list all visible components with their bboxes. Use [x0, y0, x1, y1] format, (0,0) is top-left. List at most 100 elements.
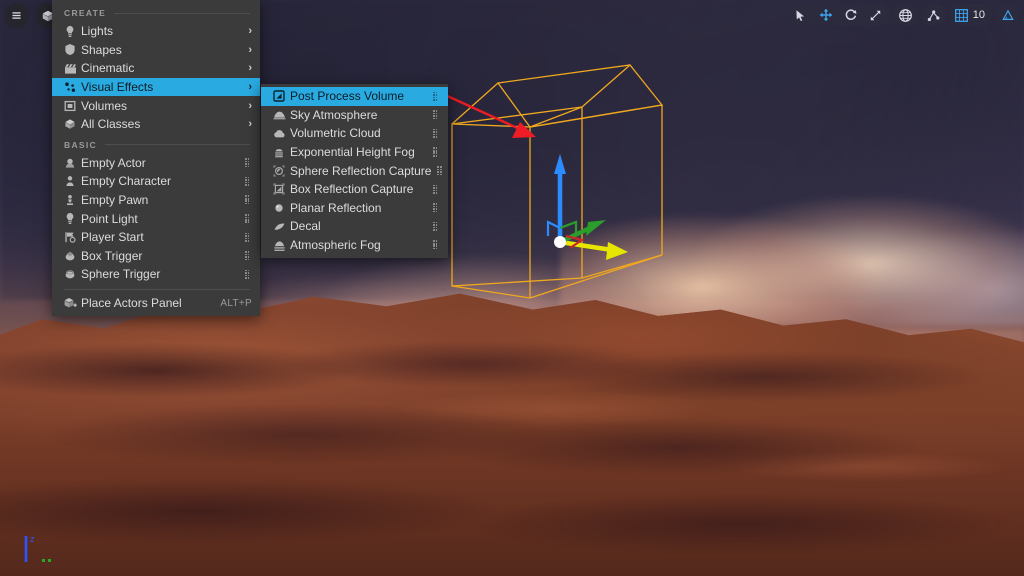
classes-icon: [64, 117, 81, 131]
drag-grip[interactable]: [433, 128, 440, 139]
chevron-right-icon: ›: [248, 118, 252, 131]
drag-grip[interactable]: [245, 195, 252, 206]
actor-icon: [64, 156, 81, 170]
height-fog-icon: [273, 145, 290, 159]
menu-item-label: Empty Character: [81, 174, 172, 189]
menu-item-label: Decal: [290, 219, 321, 234]
drag-grip[interactable]: [433, 202, 440, 213]
menu-item-empty-pawn[interactable]: Empty Pawn: [52, 191, 260, 210]
chevron-right-icon: ›: [248, 43, 252, 56]
pawn-icon: [64, 193, 81, 207]
drag-grip[interactable]: [245, 176, 252, 187]
move-icon: [819, 8, 833, 22]
grid-snap-value: 10: [972, 9, 985, 21]
menu-item-label: Volumes: [81, 98, 128, 113]
snap-icon: [928, 9, 940, 21]
menu-item-label: Shapes: [81, 42, 122, 57]
rotate-tool-button[interactable]: [839, 4, 863, 26]
menu-item-player-start[interactable]: Player Start: [52, 228, 260, 247]
visual-effects-submenu[interactable]: Post Process Volume Sky Atmosphere Volum…: [261, 84, 448, 259]
drag-grip[interactable]: [433, 109, 440, 120]
menu-item-label: Empty Pawn: [81, 193, 149, 208]
hamburger-icon: [12, 12, 21, 19]
drag-grip[interactable]: [437, 165, 444, 176]
menu-item-all-classes[interactable]: All Classes ›: [52, 115, 260, 134]
menu-icon[interactable]: [4, 3, 29, 28]
drag-grip[interactable]: [245, 157, 252, 168]
menu-item-post-process-volume[interactable]: Post Process Volume: [261, 87, 448, 106]
drag-grip[interactable]: [433, 91, 440, 102]
menu-item-planar-reflection[interactable]: Planar Reflection: [261, 199, 448, 218]
surface-snap-toggle[interactable]: [921, 4, 946, 26]
light-bulb-icon: [64, 24, 81, 38]
world-space-toggle[interactable]: [893, 4, 918, 26]
menu-divider: [64, 288, 250, 290]
angle-icon: [1002, 9, 1014, 20]
menu-item-shortcut: ALT+P: [220, 297, 252, 309]
menu-item-box-trigger[interactable]: Box Trigger: [52, 247, 260, 266]
menu-item-label: Player Start: [81, 230, 144, 245]
menu-item-label: Planar Reflection: [290, 200, 382, 215]
menu-item-label: Sphere Trigger: [81, 267, 161, 282]
menu-item-lights[interactable]: Lights ›: [52, 22, 260, 41]
angle-snap-button[interactable]: [996, 4, 1020, 26]
chevron-right-icon: ›: [248, 25, 252, 38]
menu-item-sky-atmosphere[interactable]: Sky Atmosphere: [261, 106, 448, 125]
menu-item-place-actors-panel[interactable]: Place Actors Panel ALT+P: [52, 294, 260, 313]
planar-reflection-icon: [273, 201, 290, 215]
menu-item-volumes[interactable]: Volumes ›: [52, 96, 260, 115]
menu-item-cinematic[interactable]: Cinematic ›: [52, 59, 260, 78]
selected-actor-bounds[interactable]: [430, 50, 690, 300]
axis-label-z: z: [30, 534, 35, 544]
chevron-right-icon: ›: [248, 81, 252, 94]
menu-item-empty-actor[interactable]: Empty Actor: [52, 154, 260, 173]
create-section-header: CREATE: [52, 2, 260, 22]
menu-item-atmospheric-fog[interactable]: Atmospheric Fog: [261, 236, 448, 255]
menu-item-label: Post Process Volume: [290, 89, 405, 104]
place-actors-icon: [64, 296, 81, 310]
translate-tool-button[interactable]: [814, 4, 838, 26]
menu-item-exponential-height-fog[interactable]: Exponential Height Fog: [261, 143, 448, 162]
drag-grip[interactable]: [245, 232, 252, 243]
menu-item-label: Empty Actor: [81, 155, 146, 170]
grid-snap[interactable]: 10: [949, 4, 992, 26]
create-context-menu[interactable]: CREATE Lights › Shapes › Cinematic › Vis…: [52, 0, 260, 317]
menu-item-label: Exponential Height Fog: [290, 145, 415, 160]
drag-grip[interactable]: [433, 147, 440, 158]
drag-grip[interactable]: [245, 250, 252, 261]
menu-item-point-light[interactable]: Point Light: [52, 209, 260, 228]
section-rule: [114, 12, 250, 14]
menu-item-sphere-trigger[interactable]: Sphere Trigger: [52, 265, 260, 284]
menu-item-decal[interactable]: Decal: [261, 217, 448, 236]
menu-item-label: Sky Atmosphere: [290, 107, 378, 122]
character-icon: [64, 174, 81, 188]
sky-atmosphere-icon: [273, 108, 290, 122]
menu-item-sphere-reflection-capture[interactable]: Sphere Reflection Capture: [261, 161, 448, 180]
drag-grip[interactable]: [433, 240, 440, 251]
drag-grip[interactable]: [245, 213, 252, 224]
menu-item-empty-character[interactable]: Empty Character: [52, 172, 260, 191]
cursor-icon: [796, 9, 805, 21]
menu-item-box-reflection-capture[interactable]: Box Reflection Capture: [261, 180, 448, 199]
drag-grip[interactable]: [433, 184, 440, 195]
menu-item-volumetric-cloud[interactable]: Volumetric Cloud: [261, 124, 448, 143]
chevron-right-icon: ›: [248, 99, 252, 112]
point-light-icon: [64, 212, 81, 226]
scale-tool-button[interactable]: [864, 4, 888, 26]
menu-item-label: Place Actors Panel: [81, 296, 182, 311]
drag-grip[interactable]: [245, 269, 252, 280]
select-tool-button[interactable]: [789, 4, 813, 26]
player-start-icon: [64, 230, 81, 244]
menu-item-label: Volumetric Cloud: [290, 126, 381, 141]
basic-section-label: BASIC: [64, 139, 97, 150]
scale-icon: [871, 10, 881, 20]
menu-item-label: Cinematic: [81, 61, 135, 76]
viewport-axis-indicator: z: [24, 534, 51, 562]
menu-item-visual-effects[interactable]: Visual Effects ›: [52, 77, 260, 97]
menu-item-label: Sphere Reflection Capture: [290, 163, 432, 178]
menu-item-shapes[interactable]: Shapes ›: [52, 41, 260, 60]
post-process-volume-icon: [273, 89, 290, 103]
drag-grip[interactable]: [433, 221, 440, 232]
shape-icon: [64, 43, 81, 57]
basic-section-header: BASIC: [52, 134, 260, 154]
